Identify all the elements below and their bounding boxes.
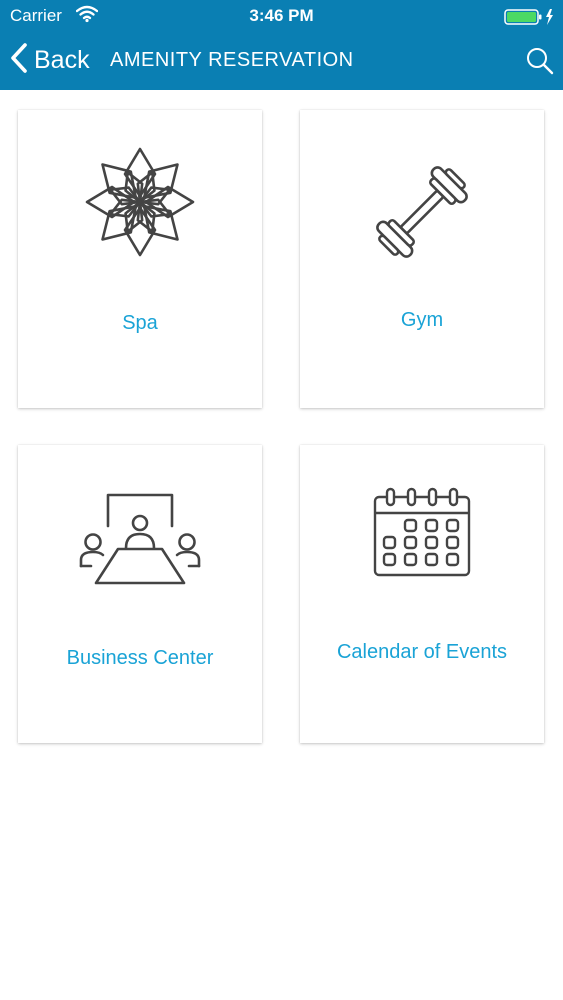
search-icon xyxy=(525,48,555,80)
calendar-icon xyxy=(300,485,544,581)
search-button[interactable] xyxy=(525,46,555,76)
amenity-label-business-center: Business Center xyxy=(66,647,214,669)
amenity-card-spa[interactable]: Spa xyxy=(18,110,262,408)
top-bar: Carrier 3:46 PM Back AMENITY RESERVATION xyxy=(0,0,563,90)
lotus-icon xyxy=(18,142,262,262)
amenity-card-calendar-of-events[interactable]: Calendar of Events xyxy=(300,445,544,743)
chevron-left-icon xyxy=(10,42,28,78)
navigation-bar: Back AMENITY RESERVATION xyxy=(0,32,563,90)
battery-icon xyxy=(504,8,556,31)
amenity-label-gym: Gym xyxy=(400,309,444,331)
amenity-label-spa: Spa xyxy=(122,312,158,334)
back-button[interactable]: Back xyxy=(10,42,90,78)
status-bar: Carrier 3:46 PM xyxy=(0,0,563,32)
amenity-card-business-center[interactable]: Business Center xyxy=(18,445,262,743)
conference-table-icon xyxy=(18,489,262,595)
dumbbell-icon xyxy=(300,152,544,272)
amenity-card-gym[interactable]: Gym xyxy=(300,110,544,408)
status-time: 3:46 PM xyxy=(249,6,314,25)
amenity-label-calendar-of-events: Calendar of Events xyxy=(336,641,508,663)
page-title: AMENITY RESERVATION xyxy=(110,49,354,71)
back-label: Back xyxy=(34,45,90,74)
